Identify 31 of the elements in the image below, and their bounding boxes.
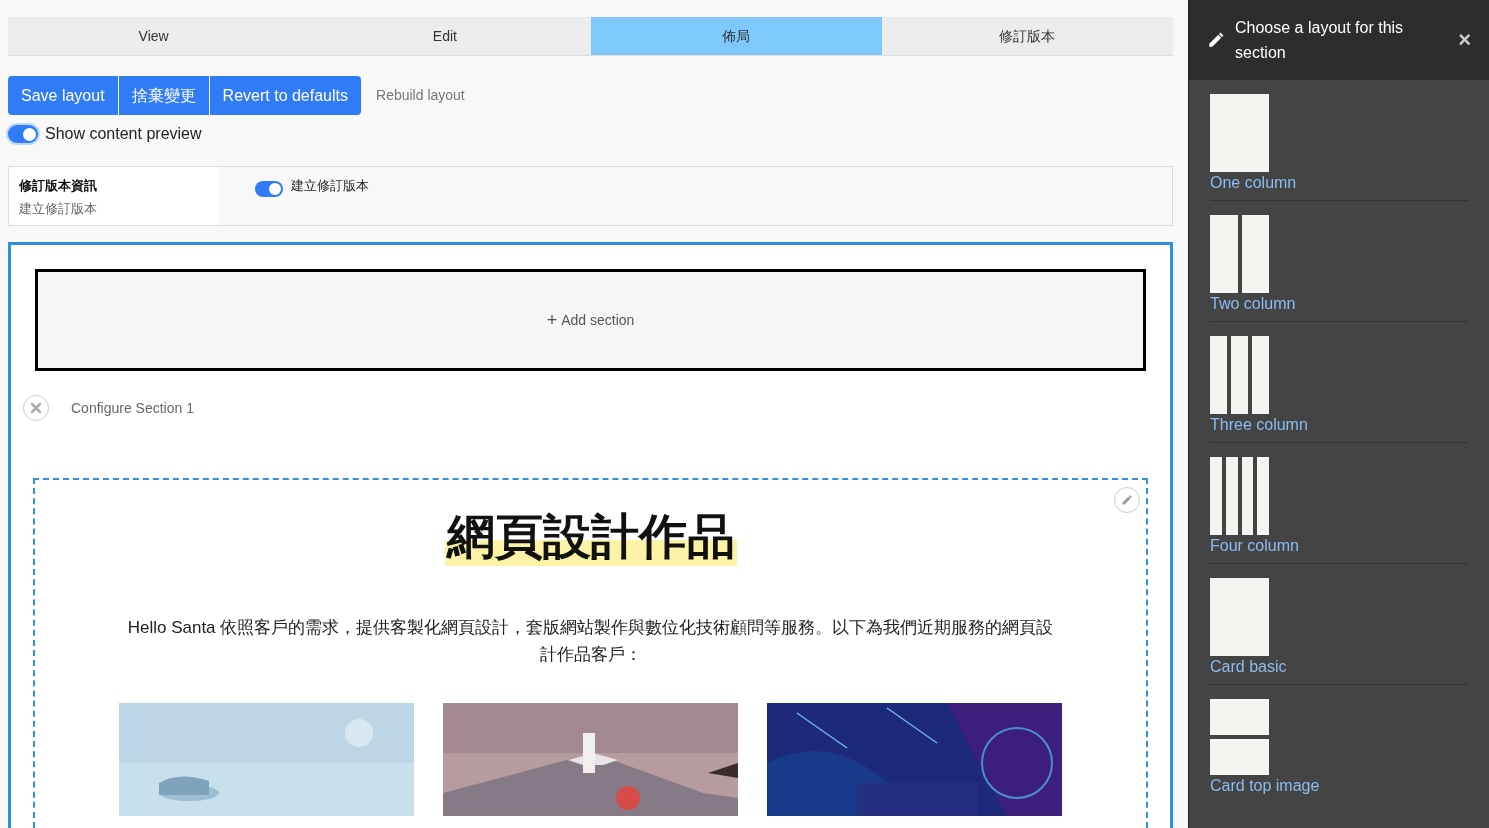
layout-option[interactable]: Three column <box>1210 336 1468 443</box>
pencil-icon <box>1207 31 1225 49</box>
four-column-preview-icon <box>1210 457 1269 535</box>
toggle-label: 建立修訂版本 <box>291 177 369 195</box>
panel-title: Choose a layout for this section <box>1235 18 1405 63</box>
action-button[interactable]: Save layout <box>8 76 118 115</box>
close-button[interactable]: × <box>1458 29 1471 51</box>
edit-icon[interactable] <box>1114 487 1140 513</box>
toggle-label: Show content preview <box>45 124 202 144</box>
layout-option[interactable]: Card basic <box>1210 578 1468 685</box>
tab[interactable]: 佈局 <box>590 17 882 55</box>
toggle-switch[interactable] <box>8 125 38 143</box>
section-paragraph: Hello Santa 依照客戶的需求，提供客製化網頁設計，套版網站製作與數位化技術顧問等服務。以下為我們近期服務的網頁設計作品客戶： <box>126 616 1055 666</box>
plus-icon: + <box>546 311 558 329</box>
revision-title: 修訂版本資訊 <box>19 177 98 195</box>
layout-option[interactable]: Card top image <box>1210 699 1468 803</box>
card-preview-icon <box>1210 578 1269 656</box>
configure-section-link[interactable]: Configure Section 1 <box>71 397 194 419</box>
toggle-switch[interactable] <box>255 181 283 197</box>
revision-subtitle: 建立修訂版本 <box>19 199 98 218</box>
action-button[interactable]: Revert to defaults <box>209 76 361 115</box>
rebuild-layout-link[interactable]: Rebuild layout <box>376 85 465 106</box>
card-top-image-preview-icon <box>1210 699 1269 775</box>
layout-option[interactable]: Two column <box>1210 215 1468 322</box>
one-column-preview-icon <box>1210 94 1269 172</box>
add-section-button[interactable]: + Add section <box>35 269 1146 371</box>
layout-option[interactable]: One column <box>1210 94 1468 201</box>
layout-option[interactable]: Four column <box>1210 457 1468 564</box>
two-column-preview-icon <box>1210 215 1269 293</box>
action-button[interactable]: 捨棄變更 <box>118 76 209 115</box>
three-column-preview-icon <box>1210 336 1269 414</box>
